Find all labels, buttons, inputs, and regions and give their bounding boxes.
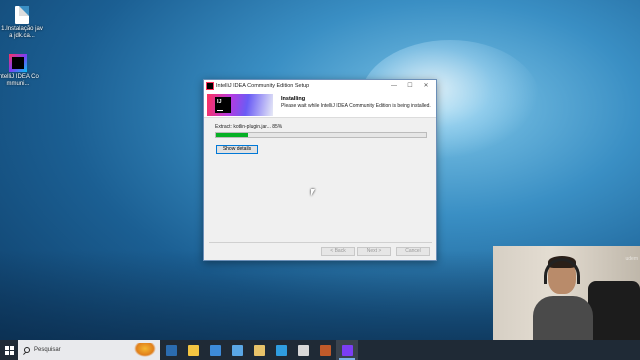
mouse-cursor xyxy=(311,189,315,196)
webcam-overlay: udem xyxy=(493,246,640,340)
taskbar-button[interactable] xyxy=(226,340,248,360)
terminal-icon xyxy=(297,344,309,356)
show-details-button[interactable]: Show details xyxy=(216,145,258,154)
installer-body: Extract: kotlin-plugin.jar... 85% Show d… xyxy=(204,118,436,260)
next-button[interactable]: Next > xyxy=(357,247,391,256)
taskbar-button[interactable] xyxy=(292,340,314,360)
taskbar-button[interactable] xyxy=(336,340,358,360)
installer-banner: IJ xyxy=(207,94,273,116)
back-button[interactable]: < Back xyxy=(321,247,355,256)
title-bar[interactable]: IntelliJ IDEA Community Edition Setup — … xyxy=(204,80,436,92)
progress-bar xyxy=(215,132,427,138)
divider xyxy=(209,242,432,243)
taskbar-button[interactable] xyxy=(204,340,226,360)
start-button[interactable] xyxy=(0,340,18,360)
close-button[interactable]: ✕ xyxy=(418,80,434,92)
watermark: udem xyxy=(625,256,638,262)
taskbar-button[interactable] xyxy=(248,340,270,360)
maximize-button[interactable]: ☐ xyxy=(402,80,418,92)
edge-icon xyxy=(275,344,287,356)
setup-window: IntelliJ IDEA Community Edition Setup — … xyxy=(203,79,437,261)
search-highlight-image xyxy=(134,343,156,357)
search-placeholder: Pesquisar xyxy=(34,347,61,353)
page-title: Installing xyxy=(281,96,306,102)
intellij-icon xyxy=(9,54,27,72)
taskbar-search[interactable]: Pesquisar xyxy=(18,340,160,360)
cancel-button[interactable]: Cancel xyxy=(396,247,430,256)
search-icon xyxy=(24,347,30,353)
taskbar-button[interactable] xyxy=(182,340,204,360)
page-description: Please wait while IntelliJ IDEA Communit… xyxy=(281,103,431,109)
intellij-icon xyxy=(206,82,214,90)
desktop-icon-java-doc[interactable]: 1.Instalação java jdk.ca... xyxy=(0,6,44,40)
desktop-icon-label: 1.Instalação java jdk.ca... xyxy=(1,26,43,39)
game-app-icon xyxy=(319,344,331,356)
windows-logo-icon xyxy=(4,345,14,355)
window-title: IntelliJ IDEA Community Edition Setup xyxy=(216,83,310,89)
taskbar-button[interactable] xyxy=(160,340,182,360)
taskbar: Pesquisar xyxy=(0,340,640,360)
document-icon xyxy=(15,6,29,24)
camera-app-icon xyxy=(231,344,243,356)
store-icon xyxy=(209,344,221,356)
person-body xyxy=(533,296,593,340)
intellij-icon xyxy=(341,344,353,356)
taskbar-icons xyxy=(160,340,358,360)
status-text: Extract: kotlin-plugin.jar... 85% xyxy=(215,124,283,130)
file-explorer-icon xyxy=(187,344,199,356)
chair xyxy=(588,281,640,340)
progress-fill xyxy=(216,133,248,137)
desktop-icon-label: IntelliJ IDEA Communi... xyxy=(0,74,39,87)
task-view-icon xyxy=(165,344,177,356)
desktop-icon-intellij[interactable]: IntelliJ IDEA Communi... xyxy=(0,54,40,88)
taskbar-button[interactable] xyxy=(270,340,292,360)
taskbar-button[interactable] xyxy=(314,340,336,360)
logo-text: IJ xyxy=(217,99,222,105)
minimize-button[interactable]: — xyxy=(386,80,402,92)
intellij-logo: IJ xyxy=(215,97,231,113)
paint-icon xyxy=(253,344,265,356)
installer-header: IJ Installing Please wait while IntelliJ… xyxy=(204,92,436,118)
